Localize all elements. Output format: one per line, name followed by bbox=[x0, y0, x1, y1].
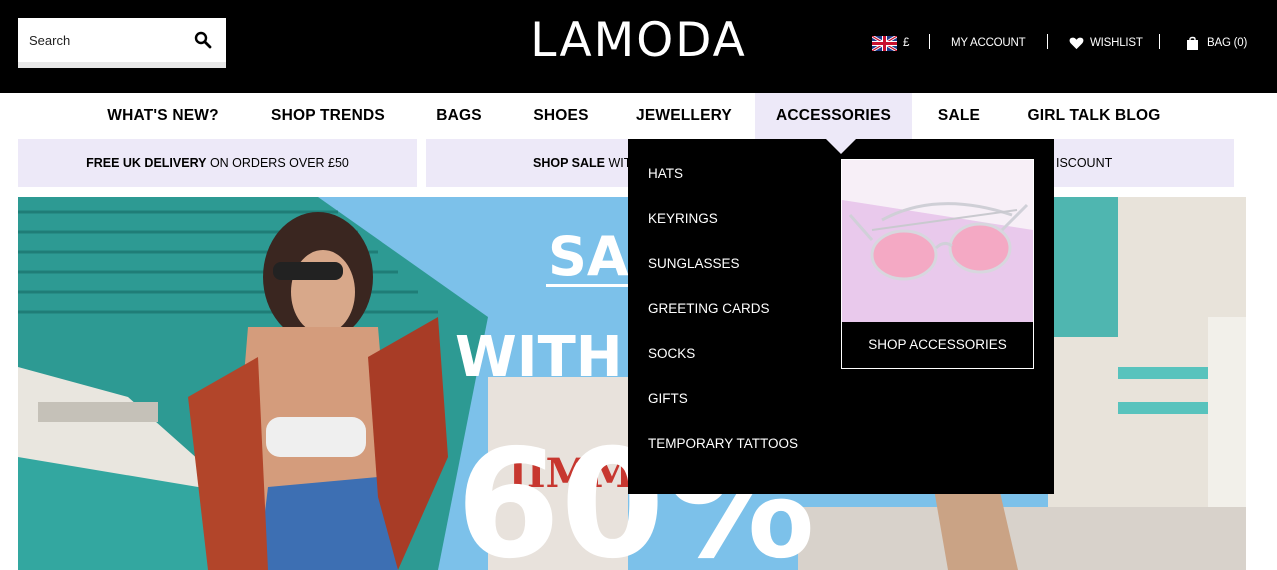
hero-headline-with: WITH bbox=[455, 325, 623, 390]
accessories-dropdown: HATS KEYRINGS SUNGLASSES GREETING CARDS … bbox=[628, 139, 1054, 494]
promo-delivery-bold: FREE UK DELIVERY bbox=[86, 156, 207, 170]
divider bbox=[1159, 34, 1160, 49]
site-header: LAMODA £ MY ACCOUNT WISHLIST BAG (0) bbox=[0, 0, 1277, 93]
sunglasses-image bbox=[842, 160, 1033, 322]
promo-sale-wrap: SHOP SALE WITH bbox=[533, 139, 640, 187]
currency-selector[interactable]: £ bbox=[872, 33, 909, 53]
dropdown-item-socks[interactable]: SOCKS bbox=[648, 346, 695, 361]
heart-icon bbox=[1069, 37, 1084, 49]
shop-accessories-card[interactable]: SHOP ACCESSORIES bbox=[841, 159, 1034, 369]
dropdown-item-greeting-cards[interactable]: GREETING CARDS bbox=[648, 301, 770, 316]
nav-item-bags[interactable]: BAGS bbox=[428, 93, 490, 139]
shop-accessories-button[interactable]: SHOP ACCESSORIES bbox=[842, 322, 1033, 368]
nav-item-girl-talk-blog[interactable]: GIRL TALK BLOG bbox=[1022, 93, 1166, 139]
main-nav: WHAT'S NEW? SHOP TRENDS BAGS SHOES JEWEL… bbox=[0, 93, 1277, 139]
nav-item-shoes[interactable]: SHOES bbox=[525, 93, 597, 139]
my-account-label: MY ACCOUNT bbox=[951, 37, 1026, 49]
divider bbox=[929, 34, 930, 49]
dropdown-item-temporary-tattoos[interactable]: TEMPORARY TATTOOS bbox=[648, 436, 798, 451]
dropdown-item-sunglasses[interactable]: SUNGLASSES bbox=[648, 256, 740, 271]
my-account-link[interactable]: MY ACCOUNT bbox=[951, 33, 1026, 53]
bag-label: BAG (0) bbox=[1207, 37, 1248, 49]
promo-delivery-text: ON ORDERS OVER £50 bbox=[206, 156, 349, 170]
nav-item-shop-trends[interactable]: SHOP TRENDS bbox=[262, 93, 394, 139]
nav-item-whats-new[interactable]: WHAT'S NEW? bbox=[94, 93, 232, 139]
dropdown-item-keyrings[interactable]: KEYRINGS bbox=[648, 211, 718, 226]
shopping-bag-icon bbox=[1187, 36, 1198, 50]
dropdown-item-hats[interactable]: HATS bbox=[648, 166, 683, 181]
nav-item-accessories[interactable]: ACCESSORIES bbox=[755, 93, 912, 139]
dropdown-caret bbox=[826, 139, 856, 154]
promo-discount-text: ISCOUNT bbox=[1056, 156, 1113, 170]
promo-free-delivery[interactable]: FREE UK DELIVERY ON ORDERS OVER £50 bbox=[18, 139, 417, 187]
currency-label: £ bbox=[903, 37, 910, 49]
dropdown-item-gifts[interactable]: GIFTS bbox=[648, 391, 688, 406]
bag-link[interactable]: BAG (0) bbox=[1186, 33, 1247, 53]
uk-flag-icon bbox=[872, 35, 897, 51]
nav-item-sale[interactable]: SALE bbox=[930, 93, 988, 139]
divider bbox=[1047, 34, 1048, 49]
wishlist-label: WISHLIST bbox=[1090, 37, 1143, 49]
promo-sale-bold: SHOP SALE bbox=[533, 156, 606, 170]
wishlist-link[interactable]: WISHLIST bbox=[1069, 33, 1143, 53]
hero-headline-sa: SA bbox=[548, 225, 629, 288]
nav-item-jewellery[interactable]: JEWELLERY bbox=[630, 93, 738, 139]
